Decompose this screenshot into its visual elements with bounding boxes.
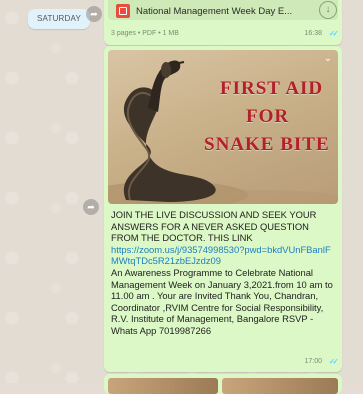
image-caption-line1: FIRST AID <box>220 78 324 99</box>
chevron-down-icon[interactable]: ⌄ <box>324 53 332 64</box>
date-chip: SATURDAY <box>28 9 90 29</box>
document-message[interactable]: National Management Week Day E... ↓ 3 pa… <box>104 0 342 45</box>
message-time: 16:38 <box>304 30 322 37</box>
snake-bite-image[interactable]: FIRST AID FOR SNAKE BITE ⌄ <box>108 50 338 204</box>
double-check-icon: ✓✓ <box>328 357 340 366</box>
message-body: An Awareness Programme to Celebrate Nati… <box>111 266 333 336</box>
message-text: JOIN THE LIVE DISCUSSION AND SEEK YOUR A… <box>111 209 337 337</box>
snake-illustration <box>108 60 338 204</box>
message-intro: JOIN THE LIVE DISCUSSION AND SEEK YOUR A… <box>111 209 317 244</box>
forward-icon[interactable]: ➦ <box>86 6 102 22</box>
double-check-icon: ✓✓ <box>328 29 340 38</box>
image-thumbnail[interactable] <box>108 378 218 394</box>
document-preview[interactable]: National Management Week Day E... ↓ <box>108 0 338 20</box>
image-thumbnail[interactable] <box>222 378 338 394</box>
message-time: 17:00 <box>304 358 322 365</box>
image-caption-line3: SNAKE BITE <box>204 134 330 155</box>
document-title: National Management Week Day E... <box>136 6 293 17</box>
next-message[interactable] <box>104 374 342 394</box>
pdf-file-icon <box>116 4 130 18</box>
image-caption-line2: FOR <box>246 106 290 127</box>
document-meta: 3 pages • PDF • 1 MB <box>111 30 179 37</box>
download-icon[interactable]: ↓ <box>319 1 337 19</box>
forward-icon[interactable]: ➦ <box>83 199 99 215</box>
zoom-link[interactable]: https://zoom.us/j/93574998530?pwd=bkdVUn… <box>111 244 331 267</box>
image-message[interactable]: FIRST AID FOR SNAKE BITE ⌄ JOIN THE LIVE… <box>104 46 342 372</box>
